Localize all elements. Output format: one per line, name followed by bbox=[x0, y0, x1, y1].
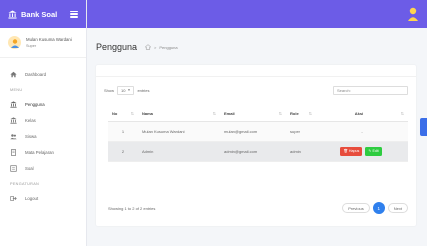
sidebar-item-soal[interactable]: Soal bbox=[0, 160, 86, 176]
kelas-icon bbox=[10, 116, 17, 124]
edit-button[interactable]: ✎ Edit bbox=[365, 146, 382, 156]
sidebar-item-pengguna[interactable]: Pengguna bbox=[0, 96, 86, 112]
table-search: Search: bbox=[333, 85, 408, 95]
users-card: Show 10 ▼ entries Search: No ⇅ Nama ⇅ Ema… bbox=[96, 65, 416, 226]
sort-icon: ⇅ bbox=[278, 111, 282, 117]
entries-length: Show 10 ▼ entries bbox=[104, 85, 150, 95]
sidebar-item-label: Soal bbox=[25, 165, 34, 171]
menu-icon[interactable] bbox=[70, 10, 78, 18]
cell-email: mulan@gmail.com bbox=[220, 121, 286, 142]
nav-header-pengaturan: PENGATURAN bbox=[10, 182, 40, 186]
entries-label: entries bbox=[137, 87, 150, 93]
page-title: Pengguna bbox=[96, 42, 138, 52]
nav-header-menu: MENU bbox=[10, 88, 23, 92]
sidebar-item-label: Pengguna bbox=[25, 101, 45, 107]
cell-nama: Admin bbox=[138, 141, 220, 162]
users-table: No ⇅ Nama ⇅ Email ⇅ Role ⇅ Aksi ⇅ 1 Mulan… bbox=[108, 107, 408, 162]
sort-icon: ⇅ bbox=[130, 111, 134, 117]
delete-button[interactable]: 🗑 Hapus bbox=[340, 146, 363, 156]
cell-email: admin@gmail.com bbox=[220, 141, 286, 162]
user-icon[interactable] bbox=[407, 7, 419, 21]
sidebar-item-siswa[interactable]: Siswa bbox=[0, 128, 86, 144]
next-button[interactable]: Next bbox=[387, 203, 408, 213]
sidebar-item-kelas[interactable]: Kelas bbox=[0, 112, 86, 128]
table-header-row: No ⇅ Nama ⇅ Email ⇅ Role ⇅ Aksi ⇅ bbox=[108, 107, 408, 122]
bank-icon bbox=[10, 100, 17, 108]
cell-no: 2 bbox=[108, 141, 138, 162]
sidebar-item-label: Siswa bbox=[25, 133, 37, 139]
table-controls: Show 10 ▼ entries Search: bbox=[96, 81, 416, 99]
col-nama[interactable]: Nama ⇅ bbox=[138, 107, 220, 122]
main-content: Pengguna > Pengguna Show 10 ▼ entries Sea… bbox=[87, 28, 427, 246]
user-panel: Mulan Kusuma Wardani Super bbox=[0, 28, 86, 58]
user-name: Mulan Kusuma Wardani bbox=[26, 37, 72, 43]
sort-icon: ⇅ bbox=[212, 111, 216, 117]
search-input[interactable]: Search: bbox=[333, 85, 408, 95]
prev-button[interactable]: Previous bbox=[342, 203, 370, 213]
sidebar-item-label: Mata Pelajaran bbox=[25, 149, 54, 155]
cell-aksi: - bbox=[316, 121, 408, 142]
page-1-button[interactable]: 1 bbox=[372, 202, 385, 214]
cell-nama: Mulan Kusuma Wardani bbox=[138, 121, 220, 142]
sidebar-item-label: Logout bbox=[25, 195, 39, 201]
cell-role: super bbox=[286, 121, 316, 142]
bank-icon bbox=[8, 9, 17, 19]
col-aksi[interactable]: Aksi ⇅ bbox=[316, 107, 408, 122]
sidebar-item-label: Kelas bbox=[25, 117, 36, 123]
siswa-icon bbox=[10, 133, 17, 140]
col-role[interactable]: Role ⇅ bbox=[286, 107, 316, 122]
cell-no: 1 bbox=[108, 121, 138, 142]
settings-tab[interactable] bbox=[420, 118, 427, 136]
avatar bbox=[8, 36, 21, 49]
brand-bar: Bank Soal bbox=[0, 0, 86, 28]
entries-value: 10 bbox=[121, 87, 126, 93]
user-role: Super bbox=[26, 43, 37, 48]
table-info: Showing 1 to 2 of 2 entries bbox=[108, 205, 156, 211]
breadcrumb-current: Pengguna bbox=[159, 44, 178, 50]
entries-select[interactable]: 10 ▼ bbox=[117, 85, 135, 95]
pagination: Previous 1 Next bbox=[342, 202, 408, 214]
sidebar-nav: Dashboard MENU Pengguna Kelas Siswa Mata… bbox=[0, 58, 86, 206]
card-header bbox=[96, 65, 416, 77]
show-label: Show bbox=[104, 87, 115, 93]
home-icon bbox=[10, 71, 17, 78]
sort-icon: ⇅ bbox=[308, 111, 312, 117]
sidebar: Bank Soal Mulan Kusuma Wardani Super Das… bbox=[0, 0, 87, 246]
logout-icon bbox=[10, 195, 17, 202]
cell-role: admin bbox=[286, 141, 316, 162]
trash-icon: 🗑 bbox=[343, 149, 348, 153]
col-no[interactable]: No ⇅ bbox=[108, 107, 138, 122]
sidebar-item-label: Dashboard bbox=[25, 71, 47, 77]
breadcrumb: > Pengguna bbox=[145, 44, 178, 50]
page-header: Pengguna > Pengguna bbox=[87, 28, 427, 66]
sidebar-item-logout[interactable]: Logout bbox=[0, 190, 86, 206]
chevron-down-icon: ▼ bbox=[127, 88, 131, 92]
pencil-icon: ✎ bbox=[368, 149, 372, 153]
table-row: 1 Mulan Kusuma Wardani mulan@gmail.com s… bbox=[108, 121, 408, 142]
sort-icon: ⇅ bbox=[400, 111, 404, 117]
topbar bbox=[87, 0, 427, 28]
cell-aksi: 🗑 Hapus ✎ Edit bbox=[316, 141, 408, 162]
soal-icon bbox=[10, 164, 17, 172]
col-email[interactable]: Email ⇅ bbox=[220, 107, 286, 122]
book-icon bbox=[10, 148, 17, 156]
sidebar-item-mata-pelajaran[interactable]: Mata Pelajaran bbox=[0, 144, 86, 160]
home-icon[interactable] bbox=[145, 44, 152, 50]
brand-name[interactable]: Bank Soal bbox=[21, 10, 57, 19]
table-footer: Showing 1 to 2 of 2 entries Previous 1 N… bbox=[108, 202, 408, 214]
table-row: 2 Admin admin@gmail.com admin 🗑 Hapus ✎ Ed… bbox=[108, 141, 408, 162]
search-label: Search: bbox=[337, 87, 351, 93]
sidebar-item-dashboard[interactable]: Dashboard bbox=[0, 66, 86, 82]
breadcrumb-separator: > bbox=[154, 44, 157, 50]
